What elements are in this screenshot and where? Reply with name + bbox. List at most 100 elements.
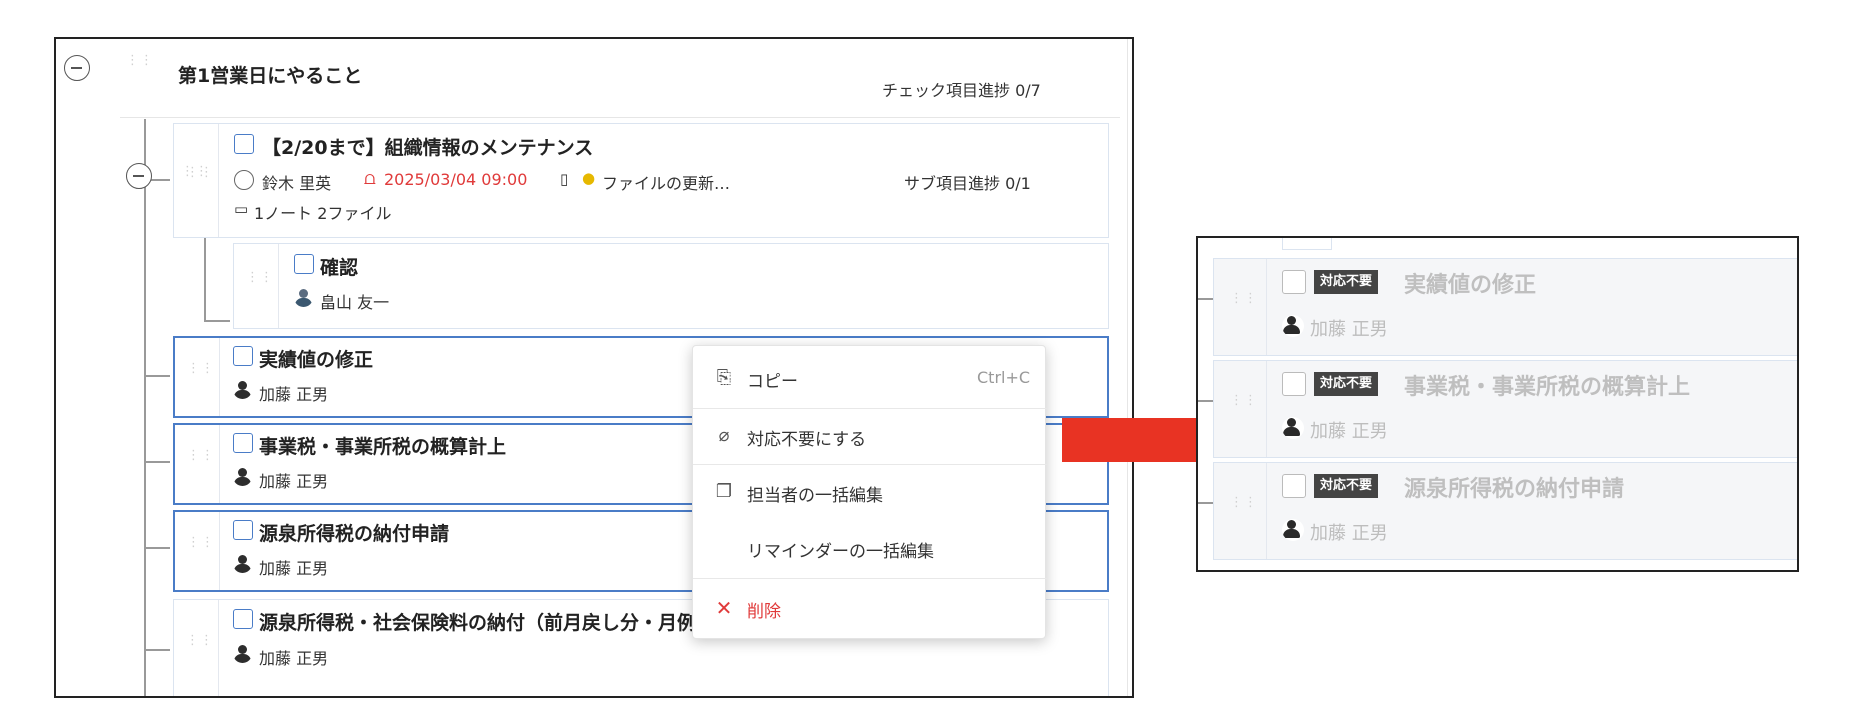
task-item-not-required[interactable]: ⋮⋮ 対応不要 事業税・事業所税の概算計上 加藤 正男: [1213, 360, 1797, 458]
task-checkbox[interactable]: [1282, 270, 1306, 294]
assignee-name: 畠山 友一: [320, 293, 390, 312]
task-checkbox[interactable]: [233, 346, 253, 366]
menu-item-label: 担当者の一括編集: [747, 486, 883, 506]
tree-line: [1198, 400, 1214, 402]
menu-item-label: コピー: [747, 372, 798, 392]
not-required-badge: 対応不要: [1314, 372, 1379, 396]
avatar: [233, 380, 252, 399]
tree-line: [144, 547, 170, 549]
tree-line: [144, 119, 146, 696]
drag-handle-icon[interactable]: ⋮⋮: [187, 362, 214, 385]
drag-handle-icon[interactable]: ⋮⋮: [187, 449, 214, 472]
tree-line: [144, 649, 170, 651]
task-title[interactable]: 確認: [320, 253, 358, 280]
task-checkbox[interactable]: [1282, 372, 1306, 396]
drag-handle-icon[interactable]: ⋮⋮: [187, 536, 214, 559]
note-preview[interactable]: ファイルの更新…: [602, 170, 730, 194]
avatar: [1282, 417, 1304, 439]
task-title[interactable]: 【2/20まで】組織情報のメンテナンス: [262, 133, 593, 160]
drag-handle[interactable]: ⋮⋮: [175, 425, 220, 503]
task-item-not-required[interactable]: ⋮⋮ 対応不要 源泉所得税の納付申請 加藤 正男: [1213, 462, 1797, 560]
scrollbar[interactable]: [1127, 39, 1132, 696]
task-checkbox[interactable]: [233, 520, 253, 540]
task-item-not-required[interactable]: ⋮⋮ 対応不要 実績値の修正 加藤 正男: [1213, 258, 1797, 356]
reminder-datetime[interactable]: 2025/03/04 09:00: [384, 170, 527, 189]
avatar: [1282, 519, 1304, 541]
assignee-name: 加藤 正男: [1310, 319, 1388, 340]
menu-item-bulk-edit-assignee[interactable]: ❐ 担当者の一括編集: [693, 464, 1047, 520]
section-progress: チェック項目進捗 0/7: [882, 81, 1041, 100]
task-checkbox[interactable]: [233, 609, 253, 629]
bell-icon: ⩍: [364, 168, 376, 189]
avatar: [294, 288, 313, 307]
section-title: 第1営業日にやること: [178, 65, 363, 87]
task-title[interactable]: 実績値の修正: [1404, 267, 1536, 299]
assignee-name: 加藤 正男: [259, 559, 329, 578]
drag-handle[interactable]: ⋮⋮: [175, 338, 220, 416]
avatar: [1282, 315, 1304, 337]
tree-line: [144, 461, 170, 463]
assignee-name: 加藤 正男: [259, 649, 329, 668]
drag-handle-icon[interactable]: ⋮⋮: [186, 634, 213, 657]
tree-line: [1198, 298, 1214, 300]
assignee-name: 加藤 正男: [1310, 523, 1388, 544]
assignee-name: 加藤 正男: [259, 472, 329, 491]
menu-item-label: 削除: [747, 602, 781, 622]
drag-handle[interactable]: ⋮⋮: [234, 244, 279, 328]
assignee-name: 加藤 正男: [259, 385, 329, 404]
close-icon: ✕: [715, 596, 733, 620]
avatar: [233, 554, 252, 573]
divider: [693, 578, 1047, 579]
lightbulb-icon: ●: [582, 169, 596, 187]
collapse-section-icon[interactable]: [64, 55, 90, 81]
drag-handle-icon[interactable]: ⋮⋮: [1230, 292, 1257, 315]
task-title[interactable]: 実績値の修正: [259, 345, 373, 372]
avatar: [233, 644, 252, 663]
subtask-item[interactable]: ⋮⋮ 確認 畠山 友一: [233, 243, 1109, 329]
menu-item-copy[interactable]: ⎘ コピー Ctrl+C: [693, 350, 1047, 406]
task-checkbox[interactable]: [1282, 474, 1306, 498]
attachments-summary[interactable]: 1ノート 2ファイル: [254, 200, 391, 224]
task-title[interactable]: 源泉所得税・社会保険料の納付（前月戻し分・月例源泉）: [259, 608, 753, 635]
drag-handle[interactable]: ⋮⋮: [175, 512, 220, 590]
task-title[interactable]: 事業税・事業所税の概算計上: [1404, 369, 1690, 401]
context-menu: ⎘ コピー Ctrl+C ⌀ 対応不要にする ❐ 担当者の一括編集 リマインダー…: [692, 345, 1047, 639]
menu-item-delete[interactable]: ✕ 削除: [693, 580, 1047, 636]
drag-handle[interactable]: ⋮⋮: [1214, 259, 1267, 355]
task-checkbox[interactable]: [234, 134, 254, 154]
avatar: [233, 467, 252, 486]
subitem-progress: サブ項目進捗 0/1: [904, 174, 1031, 193]
avatar: [234, 170, 254, 190]
task-checkbox[interactable]: [294, 254, 314, 274]
task-title[interactable]: 源泉所得税の納付申請: [1404, 471, 1624, 503]
shortcut-label: Ctrl+C: [977, 368, 1031, 387]
task-title[interactable]: 源泉所得税の納付申請: [259, 519, 449, 546]
task-checkbox[interactable]: [233, 433, 253, 453]
not-required-badge: 対応不要: [1314, 474, 1379, 498]
drag-handle[interactable]: ⋮⋮: [174, 600, 219, 696]
tree-line: [144, 375, 170, 377]
result-panel: ⋮⋮ 対応不要 実績値の修正 加藤 正男 ⋮⋮ 対応不要 事業税・事業所税の概算…: [1196, 236, 1799, 572]
task-title[interactable]: 事業税・事業所税の概算計上: [259, 432, 506, 459]
drag-handle-icon[interactable]: ⋮⋮: [1230, 394, 1257, 417]
collapse-subitems-icon[interactable]: [126, 163, 152, 189]
menu-item-bulk-edit-reminder[interactable]: リマインダーの一括編集: [693, 520, 1047, 576]
drag-handle[interactable]: ⋮⋮: [1214, 361, 1267, 457]
tree-line: [204, 320, 230, 322]
tree-line: [1198, 502, 1214, 504]
menu-item-mark-not-required[interactable]: ⌀ 対応不要にする: [693, 408, 1047, 464]
drag-handle-icon[interactable]: ⋮⋮: [246, 271, 273, 294]
eraser-icon: ⌀: [718, 425, 730, 446]
previous-item-edge: [1282, 238, 1332, 250]
drag-handle-icon[interactable]: ⋮⋮: [1230, 496, 1257, 519]
duplicate-icon: ❐: [715, 481, 733, 502]
divider: [120, 117, 1120, 118]
drag-handle-icon[interactable]: ⋮⋮: [181, 165, 208, 188]
note-icon: ▯: [560, 170, 569, 188]
task-item[interactable]: ⋮⋮ 【2/20まで】組織情報のメンテナンス 鈴木 里英 ⩍ 2025/03/0…: [173, 123, 1109, 238]
tree-line: [204, 233, 206, 321]
drag-handle[interactable]: ⋮⋮: [1214, 463, 1267, 559]
menu-item-label: 対応不要にする: [747, 430, 867, 450]
menu-item-label: リマインダーの一括編集: [747, 542, 934, 562]
drag-handle-icon[interactable]: ⋮⋮: [126, 54, 153, 77]
